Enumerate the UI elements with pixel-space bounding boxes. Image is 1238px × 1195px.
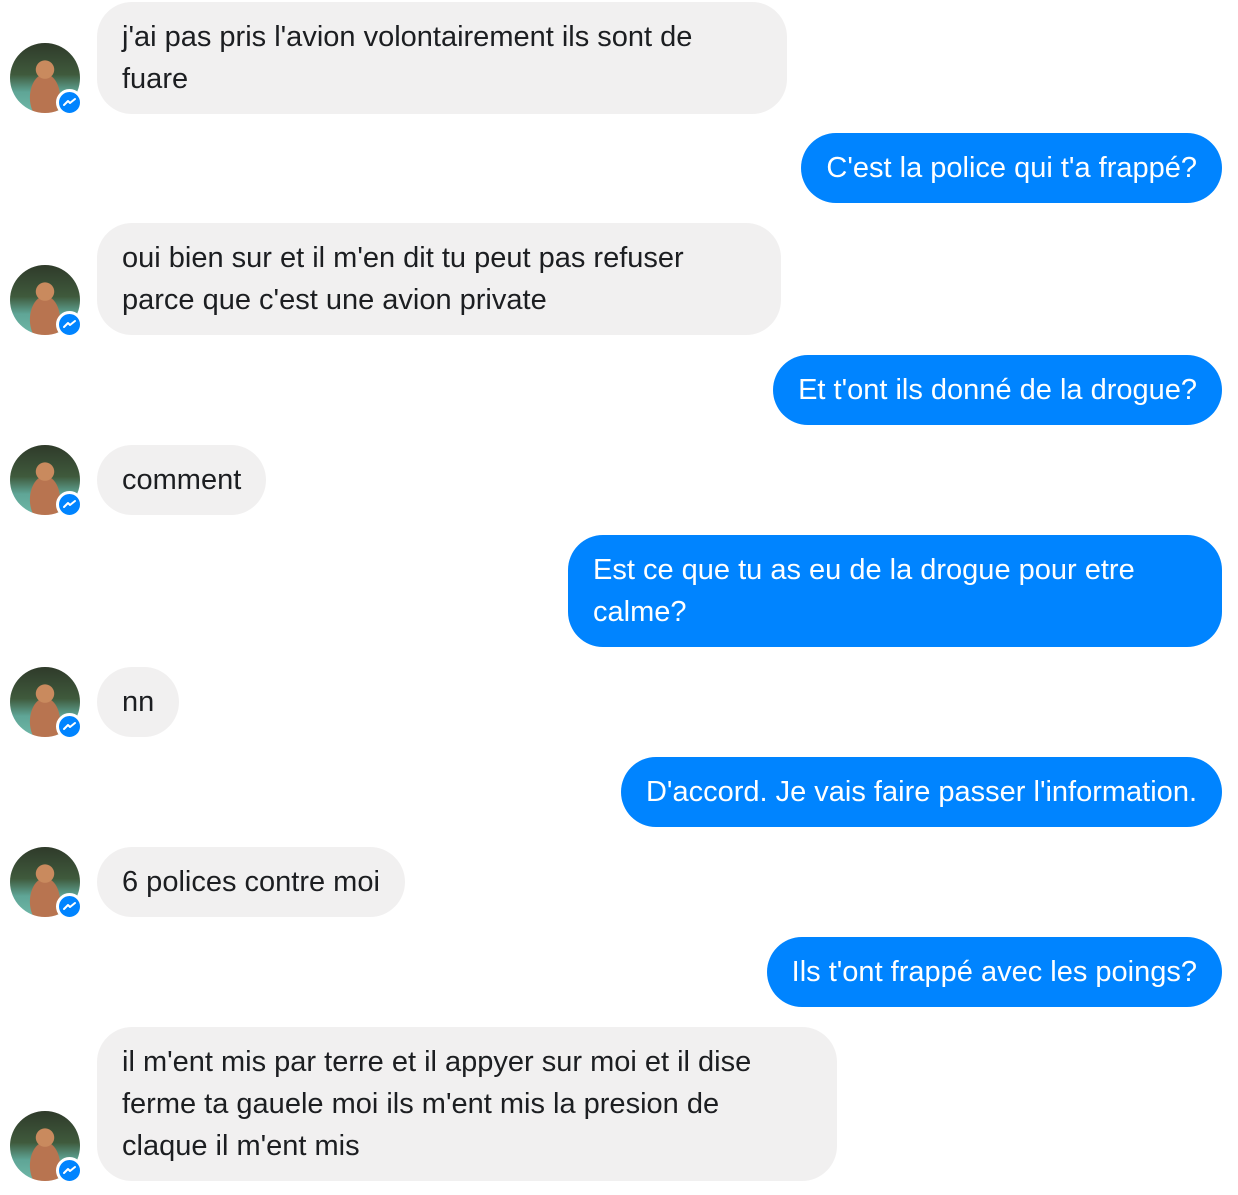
outgoing-message[interactable]: Ils t'ont frappé avec les poings? — [766, 937, 1222, 1007]
contact-avatar[interactable] — [10, 43, 83, 116]
incoming-message[interactable]: nn — [97, 667, 180, 737]
outgoing-message[interactable]: D'accord. Je vais faire passer l'informa… — [620, 757, 1222, 827]
incoming-message[interactable]: il m'ent mis par terre et il appyer sur … — [97, 1027, 837, 1181]
contact-avatar[interactable] — [10, 1111, 83, 1184]
contact-avatar[interactable] — [10, 847, 83, 920]
outgoing-message[interactable]: C'est la police qui t'a frappé? — [801, 133, 1222, 203]
contact-avatar[interactable] — [10, 445, 83, 518]
message-thread: j'ai pas pris l'avion volontairement ils… — [0, 0, 1238, 1195]
incoming-message[interactable]: comment — [97, 445, 267, 515]
messenger-badge-icon — [56, 893, 83, 920]
messenger-badge-icon — [56, 713, 83, 740]
outgoing-message[interactable]: Est ce que tu as eu de la drogue pour et… — [568, 535, 1222, 647]
outgoing-message[interactable]: Et t'ont ils donné de la drogue? — [773, 355, 1222, 425]
incoming-message[interactable]: j'ai pas pris l'avion volontairement ils… — [97, 2, 787, 114]
incoming-message[interactable]: 6 polices contre moi — [97, 847, 405, 917]
messenger-badge-icon — [56, 89, 83, 116]
incoming-message[interactable]: oui bien sur et il m'en dit tu peut pas … — [97, 223, 781, 335]
contact-avatar[interactable] — [10, 667, 83, 740]
messenger-badge-icon — [56, 311, 83, 338]
messenger-badge-icon — [56, 1157, 83, 1184]
messenger-badge-icon — [56, 491, 83, 518]
contact-avatar[interactable] — [10, 265, 83, 338]
